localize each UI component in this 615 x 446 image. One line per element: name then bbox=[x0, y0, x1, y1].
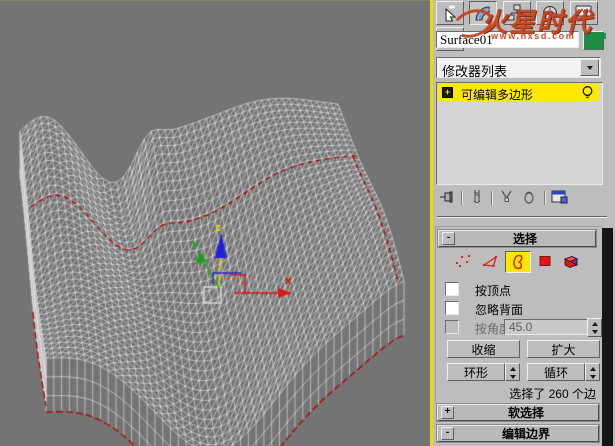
hierarchy-tab-icon[interactable] bbox=[502, 1, 531, 25]
toolbar-divider bbox=[461, 191, 463, 205]
collapse-minus-icon[interactable]: - bbox=[442, 232, 455, 245]
collapse-plus-icon[interactable]: + bbox=[441, 406, 454, 419]
by-angle-row: 按角度: 45.0 bbox=[445, 318, 602, 338]
ring-spinner[interactable] bbox=[505, 363, 520, 381]
selection-status: 选择了 260 个边 bbox=[509, 387, 596, 401]
subobject-level-row bbox=[436, 251, 602, 273]
modifier-list-label: 修改器列表 bbox=[442, 64, 508, 79]
ring-button[interactable]: 环形 bbox=[447, 363, 505, 381]
vertex-subobject-icon[interactable] bbox=[451, 251, 475, 271]
modifier-stack-item-label: 可编辑多边形 bbox=[461, 88, 534, 102]
loop-button[interactable]: 循环 bbox=[527, 363, 585, 381]
ignore-backfacing-checkbox[interactable] bbox=[445, 301, 459, 315]
soft-selection-rollout-header[interactable]: + 软选择 bbox=[437, 404, 599, 421]
lightbulb-icon[interactable] bbox=[581, 85, 594, 105]
modifier-stack-list[interactable]: + 可编辑多边形 bbox=[436, 82, 603, 185]
selection-rollout: - 选择 按顶点 忽略背面 按角度: 45.0 收缩 扩大 环形 循环 选择了 … bbox=[435, 226, 603, 403]
chevron-down-icon bbox=[586, 66, 593, 70]
display-tab-icon[interactable] bbox=[569, 1, 598, 25]
selection-rollout-header[interactable]: - 选择 bbox=[438, 230, 596, 247]
object-name-field[interactable] bbox=[436, 31, 579, 48]
panel-scrollbar[interactable] bbox=[602, 228, 613, 446]
panel-divider bbox=[437, 216, 607, 218]
soft-selection-title: 软选择 bbox=[507, 406, 544, 420]
border-subobject-icon[interactable] bbox=[505, 251, 531, 273]
pin-stack-icon[interactable] bbox=[439, 189, 457, 210]
element-subobject-icon[interactable] bbox=[559, 251, 583, 271]
viewport-top-border bbox=[0, 0, 430, 1]
polygon-subobject-icon[interactable] bbox=[533, 251, 557, 271]
toolbar-divider bbox=[544, 191, 546, 205]
angle-value-field: 45.0 bbox=[504, 319, 588, 335]
edit-borders-rollout-header[interactable]: - 编辑边界 bbox=[437, 425, 599, 442]
3dsmax-window: 火星时代 www.hxsd.com Surface01 修改器列表 + 可编辑多… bbox=[0, 0, 615, 446]
create-tab-icon[interactable] bbox=[436, 1, 464, 25]
show-end-result-icon[interactable] bbox=[468, 189, 486, 210]
by-vertex-checkbox[interactable] bbox=[445, 282, 459, 296]
modifier-stack-item-editable-poly[interactable]: + 可编辑多边形 bbox=[438, 84, 599, 102]
ignore-backfacing-row: 忽略背面 bbox=[445, 301, 595, 317]
modifier-stack-toolbar bbox=[433, 187, 608, 209]
configure-modifier-sets-icon[interactable] bbox=[551, 189, 569, 210]
edge-subobject-icon[interactable] bbox=[478, 251, 502, 271]
collapse-minus-icon[interactable]: - bbox=[441, 427, 454, 440]
ignore-backfacing-label: 忽略背面 bbox=[475, 303, 524, 317]
command-panel: 火星时代 www.hxsd.com Surface01 修改器列表 + 可编辑多… bbox=[433, 0, 615, 446]
modifier-list-dropdown[interactable]: 修改器列表 bbox=[436, 57, 601, 79]
modifier-list-arrow-button[interactable] bbox=[580, 59, 599, 76]
by-vertex-label: 按顶点 bbox=[475, 284, 512, 298]
modify-tab-icon[interactable] bbox=[469, 1, 498, 25]
by-angle-checkbox bbox=[445, 320, 459, 334]
selection-rollout-title: 选择 bbox=[512, 232, 537, 246]
angle-spinner[interactable] bbox=[587, 318, 602, 337]
object-color-swatch[interactable] bbox=[583, 31, 604, 50]
viewport-3d[interactable] bbox=[0, 0, 430, 446]
edit-borders-title: 编辑边界 bbox=[501, 427, 550, 441]
loop-spinner[interactable] bbox=[585, 363, 600, 381]
toolbar-divider bbox=[491, 191, 493, 205]
shrink-button[interactable]: 收缩 bbox=[447, 340, 520, 358]
grow-button[interactable]: 扩大 bbox=[527, 340, 600, 358]
remove-modifier-icon[interactable] bbox=[520, 189, 538, 210]
expand-plus-icon[interactable]: + bbox=[442, 87, 453, 98]
motion-tab-icon[interactable] bbox=[536, 1, 565, 25]
make-unique-icon[interactable] bbox=[498, 189, 516, 210]
command-panel-tabs bbox=[436, 1, 615, 51]
by-vertex-row: 按顶点 bbox=[445, 282, 595, 298]
